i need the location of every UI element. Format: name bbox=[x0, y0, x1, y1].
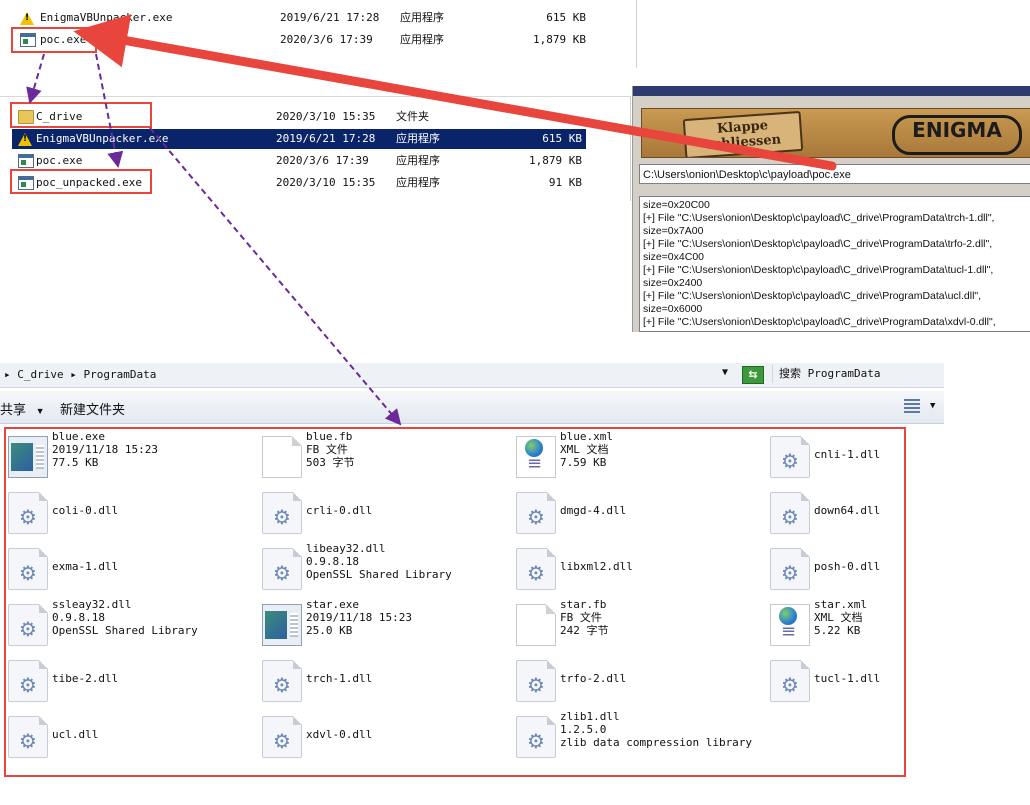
arrow-dashed bbox=[26, 53, 45, 104]
arrow-dashed bbox=[149, 127, 402, 426]
arrow-red bbox=[73, 14, 837, 171]
annotation-arrows bbox=[26, 14, 837, 426]
arrow-dashed bbox=[95, 53, 124, 168]
